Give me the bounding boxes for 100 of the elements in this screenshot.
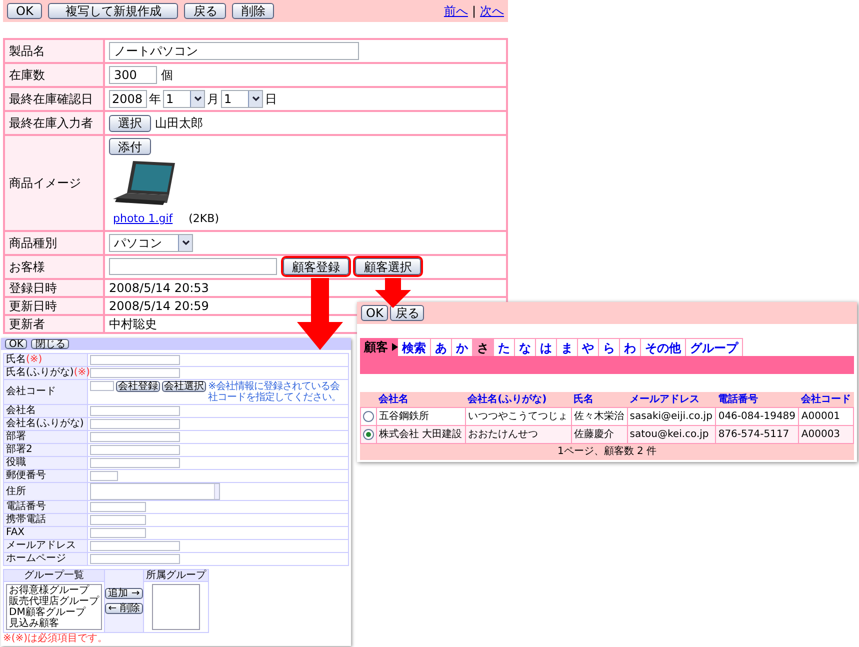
tab[interactable]: な — [515, 338, 536, 356]
required-mark: (※) — [26, 354, 42, 366]
field-label: 製品名 — [5, 40, 105, 62]
button[interactable]: OK — [7, 3, 42, 19]
text-field[interactable] — [90, 355, 180, 365]
button[interactable]: 戻る — [184, 3, 226, 19]
field-label: 携帯電話 — [4, 514, 88, 526]
customer-field[interactable] — [109, 258, 277, 275]
tab[interactable]: その他 — [641, 338, 686, 356]
tab[interactable]: ら — [599, 338, 620, 356]
column-header: 電話番号 — [716, 392, 799, 408]
text-field[interactable] — [90, 554, 180, 564]
table-cell: 046-084-19489 — [716, 408, 799, 426]
button[interactable]: OK — [5, 339, 28, 349]
button[interactable]: ← 削除 — [105, 603, 143, 614]
button[interactable]: 会社登録 — [116, 381, 160, 392]
scrollbar-icon — [214, 484, 219, 499]
hint-text: ※会社情報に登録されている会社コードを指定してください。 — [208, 381, 342, 403]
table-cell: 876-574-5117 — [716, 426, 799, 444]
year-label: 年 — [149, 91, 161, 108]
field-label: 氏名(ふりがな)(※) — [4, 367, 88, 379]
list-option[interactable]: 見込み顧客 — [9, 618, 99, 629]
button[interactable]: 複写して新規作成 — [48, 3, 178, 19]
text-field[interactable] — [90, 541, 180, 551]
field-label: 更新日時 — [5, 298, 105, 314]
number-field[interactable]: 300 — [109, 66, 157, 84]
tab[interactable]: ま — [557, 338, 578, 356]
text-field[interactable] — [90, 419, 180, 429]
button[interactable]: 顧客登録 — [283, 258, 349, 275]
tab[interactable]: あ — [431, 338, 452, 356]
prev-link[interactable]: 前へ — [444, 2, 468, 20]
radio-button[interactable] — [363, 411, 374, 422]
text-field[interactable]: ノートパソコン — [109, 42, 359, 60]
column-header: 氏名 — [572, 392, 628, 408]
down-arrow-drawing — [297, 278, 343, 350]
field-label: 住所 — [4, 483, 88, 500]
button[interactable]: 追加 → — [105, 588, 143, 599]
tab[interactable]: た — [494, 338, 515, 356]
field-label: 商品種別 — [5, 232, 105, 254]
button[interactable]: 選択 — [109, 114, 151, 132]
dropdown-caret-icon[interactable] — [178, 234, 192, 250]
tab[interactable]: 検索 — [398, 338, 431, 356]
field-label: 登録日時 — [5, 280, 105, 296]
button[interactable]: 閉じる — [31, 339, 70, 349]
text-field[interactable] — [90, 458, 180, 468]
field-label: ホームページ — [4, 553, 88, 565]
tab-heading: 顧客 — [360, 338, 392, 356]
list-option[interactable]: 販売代理店グループ — [9, 596, 99, 607]
year-field[interactable]: 2008 — [109, 90, 147, 108]
button[interactable]: 削除 — [232, 3, 274, 19]
tab[interactable]: わ — [620, 338, 641, 356]
text-field[interactable] — [90, 515, 146, 525]
button[interactable]: 添付 — [109, 138, 151, 155]
button[interactable]: 会社選択 — [162, 381, 206, 392]
field-label: 部署 — [4, 431, 88, 443]
group-list[interactable]: お得意様グループ 販売代理店グループ DM顧客グループ 見込み顧客 — [6, 584, 102, 630]
column-header: 会社名 — [376, 392, 466, 408]
tab[interactable]: は — [536, 338, 557, 356]
text-field[interactable] — [90, 406, 180, 416]
radio-button[interactable] — [363, 429, 374, 440]
button[interactable]: OK — [361, 305, 388, 321]
file-link[interactable]: photo 1.gif — [113, 211, 173, 228]
text-field[interactable] — [90, 432, 180, 442]
month-label: 月 — [207, 91, 219, 108]
list-option[interactable]: お得意様グループ — [9, 585, 99, 596]
table-cell: 五谷鋼鉄所 — [376, 408, 466, 426]
page-summary: 1ページ、顧客数 2 件 — [360, 444, 854, 460]
text-field[interactable] — [90, 528, 146, 538]
button[interactable]: 顧客選択 — [355, 258, 421, 275]
category-select[interactable]: パソコン — [109, 234, 193, 252]
list-option[interactable]: DM顧客グループ — [9, 607, 99, 618]
text-field[interactable] — [90, 381, 114, 391]
value-text: 2008/5/14 20:59 — [109, 298, 209, 314]
month-select[interactable]: 1 — [163, 90, 205, 108]
person-name: 山田太郎 — [155, 115, 203, 132]
day-label: 日 — [265, 91, 277, 108]
field-label: FAX — [4, 527, 88, 539]
field-label: 在庫数 — [5, 64, 105, 86]
button[interactable]: 戻る — [390, 305, 424, 321]
tab[interactable]: さ — [473, 338, 494, 356]
tab[interactable]: か — [452, 338, 473, 356]
text-field[interactable] — [90, 368, 180, 378]
text-field[interactable] — [90, 445, 180, 455]
tab[interactable]: グループ — [686, 338, 743, 356]
member-list[interactable] — [152, 584, 200, 630]
text-field[interactable] — [90, 471, 118, 481]
tab[interactable]: や — [578, 338, 599, 356]
day-select[interactable]: 1 — [221, 90, 263, 108]
dropdown-caret-icon[interactable] — [190, 91, 204, 107]
field-label: 氏名(※) — [4, 354, 88, 366]
table-cell: A00001 — [798, 408, 854, 426]
column-header: グループ一覧 — [4, 570, 104, 582]
dropdown-caret-icon[interactable] — [248, 91, 262, 107]
table-cell: 佐々木栄治 — [572, 408, 628, 426]
address-textarea[interactable] — [90, 483, 220, 500]
required-mark: (※) — [74, 367, 90, 379]
unit-label: 個 — [161, 67, 173, 84]
field-label: 役職 — [4, 457, 88, 469]
next-link[interactable]: 次へ — [480, 2, 504, 20]
text-field[interactable] — [90, 502, 146, 512]
